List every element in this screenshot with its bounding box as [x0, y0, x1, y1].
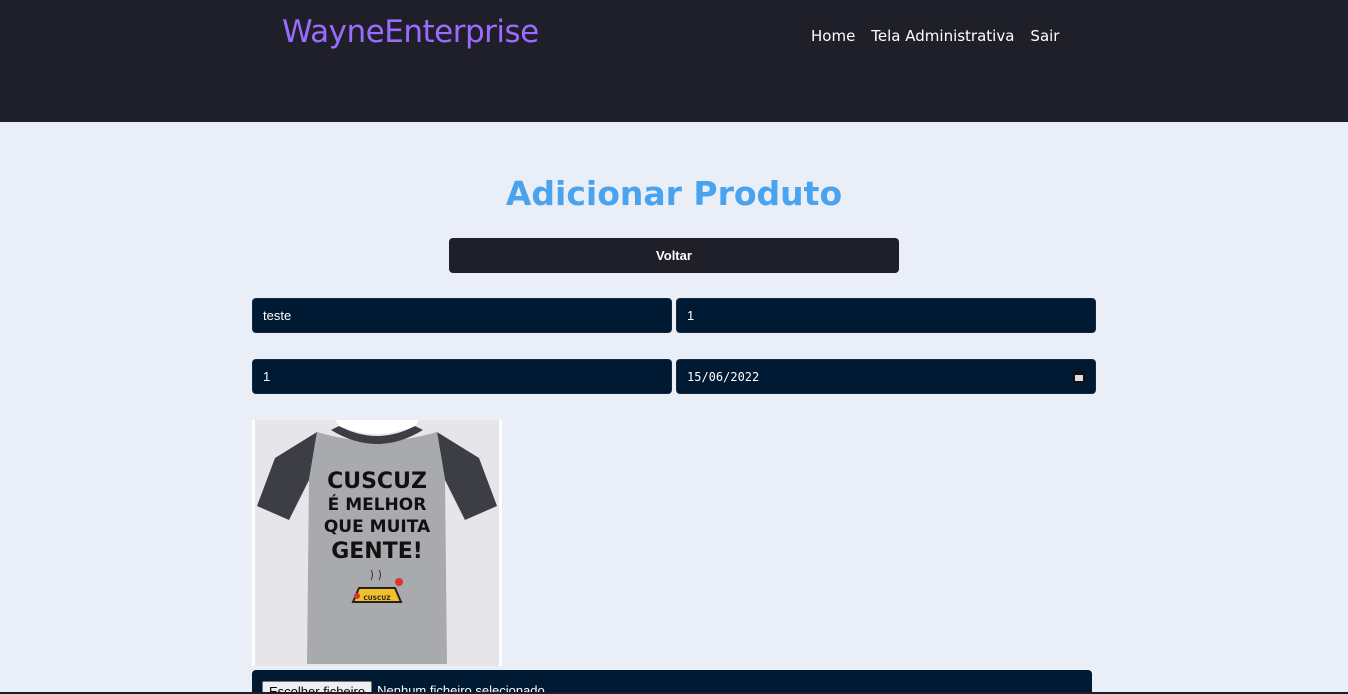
product-field-3-value: 1	[263, 369, 271, 384]
product-field-2-input[interactable]: 1	[676, 298, 1096, 333]
shirt-text-line-2: É MELHOR	[328, 493, 427, 515]
product-name-input[interactable]: teste	[252, 298, 672, 333]
nav-home-link[interactable]: Home	[811, 27, 855, 45]
product-image-canvas: CUSCUZ É MELHOR QUE MUITA GENTE! CUSCUZ	[255, 420, 499, 666]
nav-logout-link[interactable]: Sair	[1030, 27, 1059, 45]
product-name-value: teste	[263, 308, 292, 323]
product-date-input[interactable]: 15/06/2022	[676, 359, 1096, 394]
product-image: CUSCUZ É MELHOR QUE MUITA GENTE! CUSCUZ	[252, 420, 502, 666]
page-title: Adicionar Produto	[505, 174, 843, 213]
brand-logo[interactable]: WayneEnterprise	[282, 14, 539, 50]
calendar-icon[interactable]	[1073, 370, 1085, 383]
badge-text: CUSCUZ	[363, 595, 391, 602]
shirt-text-line-3: QUE MUITA	[324, 517, 431, 537]
product-field-3-input[interactable]: 1	[252, 359, 672, 394]
tshirt-image: CUSCUZ É MELHOR QUE MUITA GENTE! CUSCUZ	[255, 420, 499, 666]
product-field-2-value: 1	[687, 308, 695, 323]
file-upload-field: Escolher ficheiro Nenhum ficheiro seleci…	[252, 670, 1092, 694]
shirt-text-line-4: GENTE!	[331, 539, 423, 564]
shirt-text-line-1: CUSCUZ	[327, 469, 427, 494]
main-nav: Home Tela Administrativa Sair	[811, 27, 1059, 45]
back-button[interactable]: Voltar	[449, 238, 899, 273]
top-navbar: WayneEnterprise Home Tela Administrativa…	[0, 0, 1348, 122]
nav-admin-link[interactable]: Tela Administrativa	[871, 27, 1014, 45]
product-date-value: 15/06/2022	[687, 369, 760, 384]
